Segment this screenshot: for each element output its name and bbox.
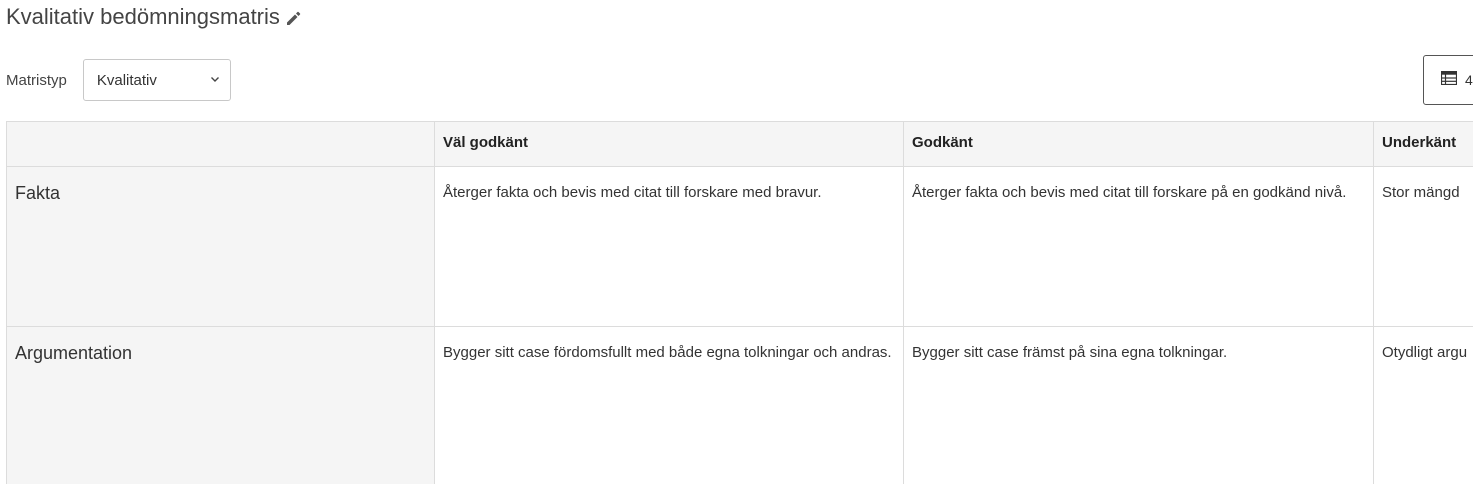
toolbar: Matristyp Kvalitativ <box>6 58 231 102</box>
column-header-godkant[interactable]: Godkänt <box>903 121 1374 167</box>
matrix-cell[interactable]: Återger fakta och bevis med citat till f… <box>434 166 904 327</box>
matrix-type-select[interactable]: Kvalitativ <box>82 59 231 101</box>
view-toggle-button[interactable]: 4 <box>1423 55 1473 105</box>
chevron-down-icon <box>210 71 220 89</box>
criterion-fakta[interactable]: Fakta <box>6 166 435 327</box>
table-list-icon <box>1440 70 1458 90</box>
criterion-argumentation[interactable]: Argumentation <box>6 326 435 484</box>
matrix-cell[interactable]: Bygger sitt case främst på sina egna tol… <box>903 326 1374 484</box>
matrix-header-row: Väl godkänt Godkänt Underkänt <box>6 121 1473 167</box>
view-button-label: 4 <box>1465 72 1473 88</box>
assessment-matrix-table: Väl godkänt Godkänt Underkänt Fakta Åter… <box>6 121 1473 484</box>
matrix-type-label: Matristyp <box>6 71 67 89</box>
matrix-cell[interactable]: Otydligt argu <box>1373 326 1473 484</box>
pencil-icon[interactable] <box>284 9 302 27</box>
matrix-cell[interactable]: Stor mängd <box>1373 166 1473 327</box>
table-row: Fakta Återger fakta och bevis med citat … <box>6 166 1473 327</box>
page-title: Kvalitativ bedömningsmatris <box>6 4 280 29</box>
column-header-underkant[interactable]: Underkänt <box>1373 121 1473 167</box>
column-header-criteria <box>6 121 435 167</box>
table-row: Argumentation Bygger sitt case fördomsfu… <box>6 326 1473 484</box>
matrix-cell[interactable]: Bygger sitt case fördomsfullt med både e… <box>434 326 904 484</box>
matrix-type-value: Kvalitativ <box>96 71 157 89</box>
matrix-cell[interactable]: Återger fakta och bevis med citat till f… <box>903 166 1374 327</box>
column-header-val-godkant[interactable]: Väl godkänt <box>434 121 904 167</box>
assessment-matrix-page: Kvalitativ bedömningsmatris Matristyp Kv… <box>0 0 1473 484</box>
title-row: Kvalitativ bedömningsmatris <box>6 3 302 31</box>
